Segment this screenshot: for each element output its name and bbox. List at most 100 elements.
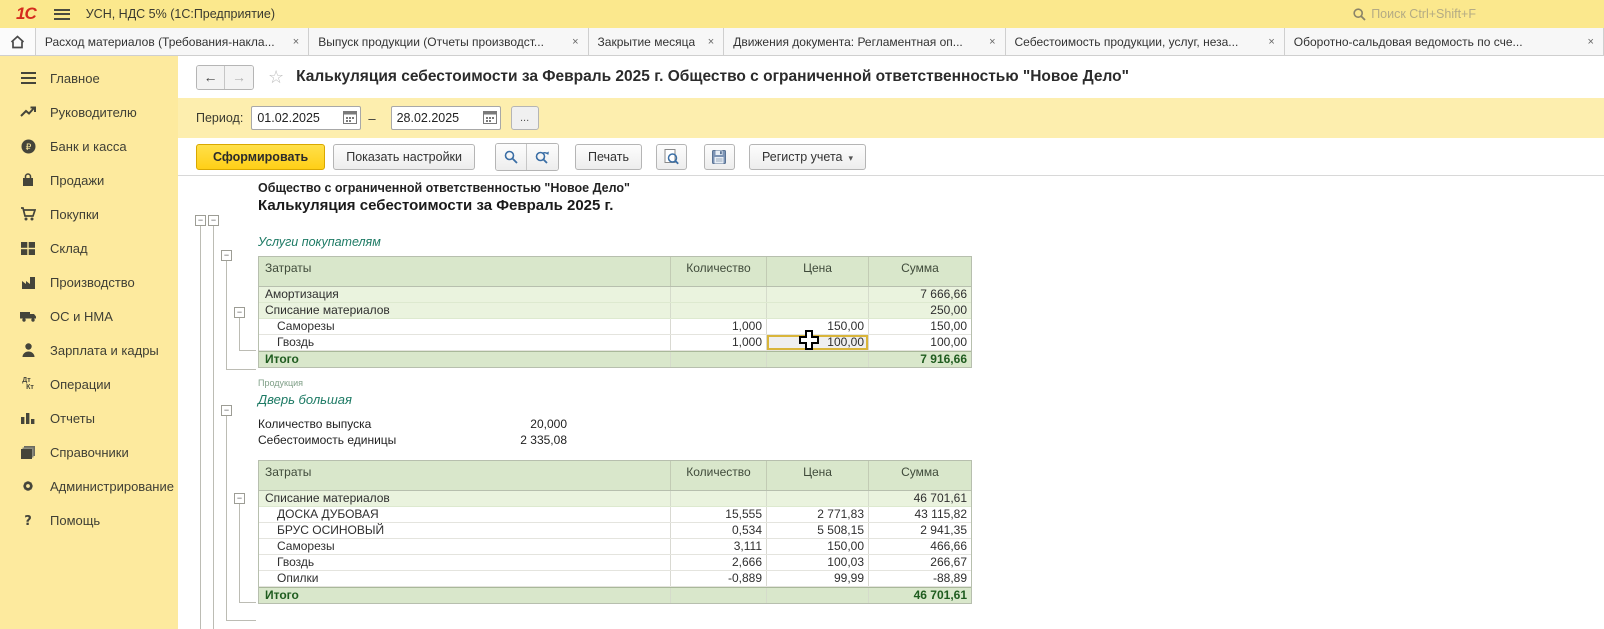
cell-name[interactable]: Гвоздь bbox=[259, 555, 671, 570]
cell-sum[interactable]: 2 941,35 bbox=[869, 523, 971, 538]
cell-price[interactable]: 150,00 bbox=[767, 539, 869, 554]
cell-name[interactable]: Гвоздь bbox=[259, 335, 671, 350]
cell-sum[interactable]: 150,00 bbox=[869, 319, 971, 334]
find-button[interactable] bbox=[496, 144, 527, 170]
table-row[interactable]: Саморезы 1,000 150,00 150,00 bbox=[259, 319, 971, 335]
sidebar-item-operacii[interactable]: Дт Кт Операции bbox=[0, 367, 178, 401]
cell-quantity[interactable]: 2,666 bbox=[671, 555, 767, 570]
find-next-button[interactable] bbox=[527, 144, 558, 170]
cell-price[interactable]: 100,03 bbox=[767, 555, 869, 570]
cell-quantity[interactable] bbox=[671, 588, 767, 603]
sidebar-item-otchety[interactable]: Отчеты bbox=[0, 401, 178, 435]
table-row[interactable]: Гвоздь 2,666 100,03 266,67 bbox=[259, 555, 971, 571]
sidebar-item-glavnoe[interactable]: Главное bbox=[0, 61, 178, 95]
cell-price[interactable]: 5 508,15 bbox=[767, 523, 869, 538]
cell-quantity[interactable] bbox=[671, 352, 767, 367]
sidebar-item-bank-kassa[interactable]: ₽ Банк и касса bbox=[0, 129, 178, 163]
calendar-icon[interactable] bbox=[481, 109, 499, 127]
cell-name[interactable]: Итого bbox=[259, 588, 671, 603]
cell-quantity[interactable] bbox=[671, 287, 767, 302]
table-row[interactable]: Саморезы 3,111 150,00 466,66 bbox=[259, 539, 971, 555]
table-row[interactable]: Амортизация 7 666,66 bbox=[259, 287, 971, 303]
cell-name[interactable]: Списание материалов bbox=[259, 303, 671, 318]
cell-sum[interactable]: 466,66 bbox=[869, 539, 971, 554]
sidebar-item-pomosch[interactable]: ? Помощь bbox=[0, 503, 178, 537]
section-product-title[interactable]: Дверь большая bbox=[258, 392, 972, 407]
cell-name[interactable]: Саморезы bbox=[259, 539, 671, 554]
favorite-star-icon[interactable]: ☆ bbox=[268, 67, 284, 88]
cell-quantity[interactable] bbox=[671, 491, 767, 506]
collapse-group-button[interactable]: − bbox=[234, 307, 245, 318]
home-tab[interactable] bbox=[0, 28, 36, 55]
print-button[interactable]: Печать bbox=[575, 144, 642, 170]
table-row[interactable]: ДОСКА ДУБОВАЯ 15,555 2 771,83 43 115,82 bbox=[259, 507, 971, 523]
table-row[interactable]: Списание материалов 46 701,61 bbox=[259, 491, 971, 507]
cell-quantity[interactable]: 0,534 bbox=[671, 523, 767, 538]
sidebar-item-os-nma[interactable]: ОС и НМА bbox=[0, 299, 178, 333]
sidebar-item-prodazhi[interactable]: Продажи bbox=[0, 163, 178, 197]
save-button[interactable] bbox=[704, 144, 735, 170]
table-row[interactable]: Гвоздь 1,000 100,00 100,00 bbox=[259, 335, 971, 351]
collapse-group-button[interactable]: − bbox=[208, 215, 219, 226]
cell-sum[interactable]: 46 701,61 bbox=[869, 491, 971, 506]
cell-sum[interactable]: 46 701,61 bbox=[869, 588, 971, 603]
close-icon[interactable]: × bbox=[572, 36, 578, 48]
tab-osv[interactable]: Оборотно-сальдовая ведомость по сче...× bbox=[1285, 28, 1604, 55]
cell-sum[interactable]: 7 666,66 bbox=[869, 287, 971, 302]
close-icon[interactable]: × bbox=[1588, 36, 1594, 48]
cell-quantity[interactable]: 15,555 bbox=[671, 507, 767, 522]
period-more-button[interactable]: ... bbox=[511, 106, 539, 130]
sidebar-item-spravochniki[interactable]: Справочники bbox=[0, 435, 178, 469]
output-qty-value[interactable]: 20,000 bbox=[458, 417, 567, 431]
cell-quantity[interactable] bbox=[671, 303, 767, 318]
register-dropdown-button[interactable]: Регистр учета▾ bbox=[749, 144, 866, 170]
global-search[interactable]: Поиск Ctrl+Shift+F bbox=[1353, 7, 1476, 21]
cell-name[interactable]: ДОСКА ДУБОВАЯ bbox=[259, 507, 671, 522]
main-menu-icon[interactable] bbox=[54, 9, 70, 20]
table-row[interactable]: БРУС ОСИНОВЫЙ 0,534 5 508,15 2 941,35 bbox=[259, 523, 971, 539]
collapse-group-button[interactable]: − bbox=[221, 405, 232, 416]
unit-cost-value[interactable]: 2 335,08 bbox=[458, 433, 567, 447]
table-row[interactable]: Опилки -0,889 99,99 -88,89 bbox=[259, 571, 971, 587]
table-row[interactable]: Списание материалов 250,00 bbox=[259, 303, 971, 319]
sidebar-item-sklad[interactable]: Склад bbox=[0, 231, 178, 265]
collapse-group-button[interactable]: − bbox=[195, 215, 206, 226]
tab-zakrytie-mesyaca[interactable]: Закрытие месяца× bbox=[589, 28, 725, 55]
cell-quantity[interactable]: 3,111 bbox=[671, 539, 767, 554]
cell-quantity[interactable]: -0,889 bbox=[671, 571, 767, 586]
close-icon[interactable]: × bbox=[1268, 36, 1274, 48]
cell-sum[interactable]: 43 115,82 bbox=[869, 507, 971, 522]
show-settings-button[interactable]: Показать настройки bbox=[333, 144, 475, 170]
cell-price[interactable]: 99,99 bbox=[767, 571, 869, 586]
cell-name[interactable]: Списание материалов bbox=[259, 491, 671, 506]
cell-price[interactable]: 100,00 bbox=[767, 335, 869, 350]
back-button[interactable]: ← bbox=[197, 66, 225, 89]
calendar-icon[interactable] bbox=[341, 109, 359, 127]
cell-quantity[interactable]: 1,000 bbox=[671, 335, 767, 350]
sidebar-item-administrirovanie[interactable]: Администрирование bbox=[0, 469, 178, 503]
tab-dvizheniya-dokumenta[interactable]: Движения документа: Регламентная оп...× bbox=[724, 28, 1005, 55]
sidebar-item-pokupki[interactable]: Покупки bbox=[0, 197, 178, 231]
close-icon[interactable]: × bbox=[989, 36, 995, 48]
cell-price[interactable] bbox=[767, 588, 869, 603]
table-row[interactable]: Итого 7 916,66 bbox=[259, 351, 971, 367]
cell-price[interactable] bbox=[767, 491, 869, 506]
cell-name[interactable]: БРУС ОСИНОВЫЙ bbox=[259, 523, 671, 538]
print-preview-button[interactable] bbox=[656, 144, 687, 170]
cell-name[interactable]: Итого bbox=[259, 352, 671, 367]
cell-name[interactable]: Опилки bbox=[259, 571, 671, 586]
cell-sum[interactable]: 7 916,66 bbox=[869, 352, 971, 367]
tab-sebestoimost[interactable]: Себестоимость продукции, услуг, неза...× bbox=[1006, 28, 1285, 55]
sidebar-item-zarplata-kadry[interactable]: Зарплата и кадры bbox=[0, 333, 178, 367]
collapse-group-button[interactable]: − bbox=[221, 250, 232, 261]
tab-vypusk-produkcii[interactable]: Выпуск продукции (Отчеты производст...× bbox=[309, 28, 588, 55]
cell-name[interactable]: Амортизация bbox=[259, 287, 671, 302]
cell-price[interactable] bbox=[767, 303, 869, 318]
sidebar-item-proizvodstvo[interactable]: Производство bbox=[0, 265, 178, 299]
sidebar-item-rukovoditelyu[interactable]: Руководителю bbox=[0, 95, 178, 129]
collapse-group-button[interactable]: − bbox=[234, 493, 245, 504]
tab-rashod-materialov[interactable]: Расход материалов (Требования-накла...× bbox=[36, 28, 309, 55]
close-icon[interactable]: × bbox=[293, 36, 299, 48]
cell-price[interactable]: 2 771,83 bbox=[767, 507, 869, 522]
cell-sum[interactable]: 100,00 bbox=[869, 335, 971, 350]
